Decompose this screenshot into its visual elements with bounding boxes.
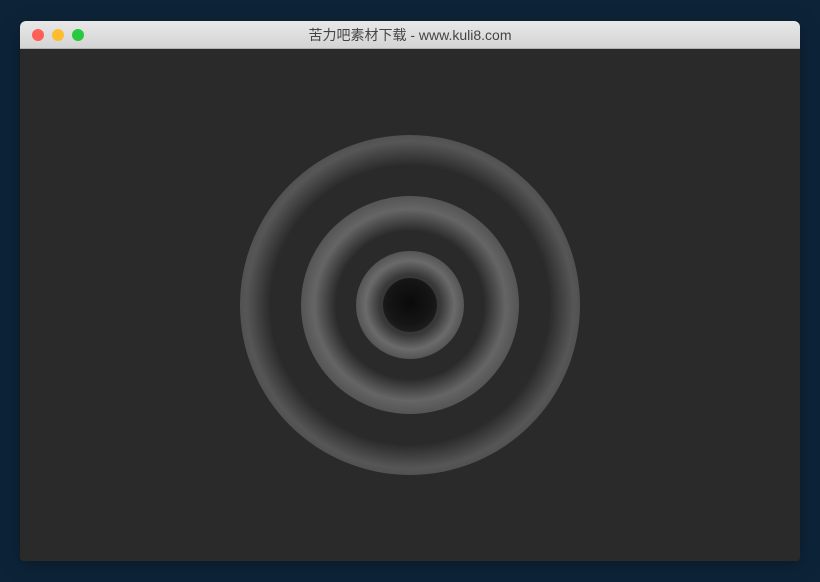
window-controls xyxy=(20,29,84,41)
minimize-button[interactable] xyxy=(52,29,64,41)
content-area xyxy=(20,49,800,561)
titlebar: 苦力吧素材下载 - www.kuli8.com xyxy=(20,21,800,49)
browser-window: 苦力吧素材下载 - www.kuli8.com xyxy=(20,21,800,561)
window-title: 苦力吧素材下载 - www.kuli8.com xyxy=(20,25,800,45)
ripple-center xyxy=(383,278,437,332)
ripple-animation xyxy=(240,135,580,475)
close-button[interactable] xyxy=(32,29,44,41)
maximize-button[interactable] xyxy=(72,29,84,41)
